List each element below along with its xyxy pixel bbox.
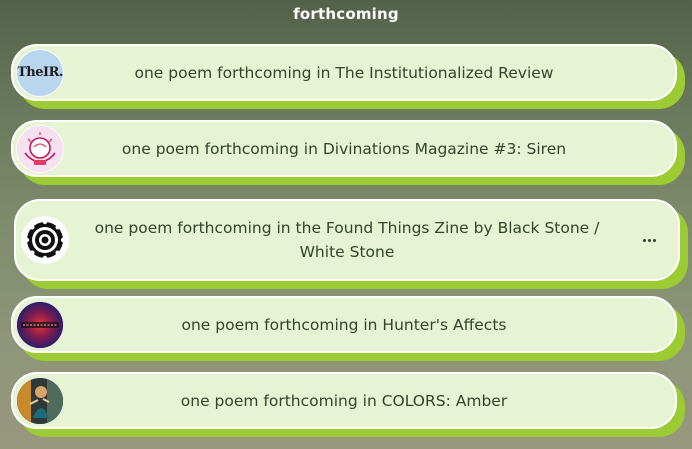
section-title: forthcoming — [293, 5, 399, 23]
link-card-hunters-affects[interactable]: one poem forthcoming in Hunter's Affects — [11, 296, 677, 353]
link-label: one poem forthcoming in Divinations Maga… — [121, 139, 567, 158]
link-label: one poem forthcoming in the Found Things… — [94, 219, 600, 261]
link-label: one poem forthcoming in COLORS: Amber — [180, 391, 508, 410]
link-card-institutionalized-review[interactable]: TheIR. one poem forthcoming in The Insti… — [11, 44, 677, 101]
link-label: one poem forthcoming in The Institutiona… — [134, 63, 554, 82]
link-card-colors-amber[interactable]: one poem forthcoming in COLORS: Amber — [11, 372, 677, 429]
concentric-ring-logo-icon — [21, 216, 69, 264]
link-card-divinations-magazine[interactable]: one poem forthcoming in Divinations Maga… — [11, 120, 677, 177]
link-label: one poem forthcoming in Hunter's Affects — [181, 315, 507, 334]
thumb-logo-text: TheIR. — [17, 65, 63, 80]
more-options-icon[interactable] — [640, 231, 658, 249]
crystal-ball-hands-icon — [16, 124, 64, 173]
hunters-affects-logo-icon — [16, 300, 64, 349]
link-card-found-things-zine[interactable]: one poem forthcoming in the Found Things… — [14, 199, 680, 281]
the-institutionalized-review-logo-icon: TheIR. — [16, 48, 64, 97]
colors-amber-cover-image-icon — [16, 376, 64, 425]
